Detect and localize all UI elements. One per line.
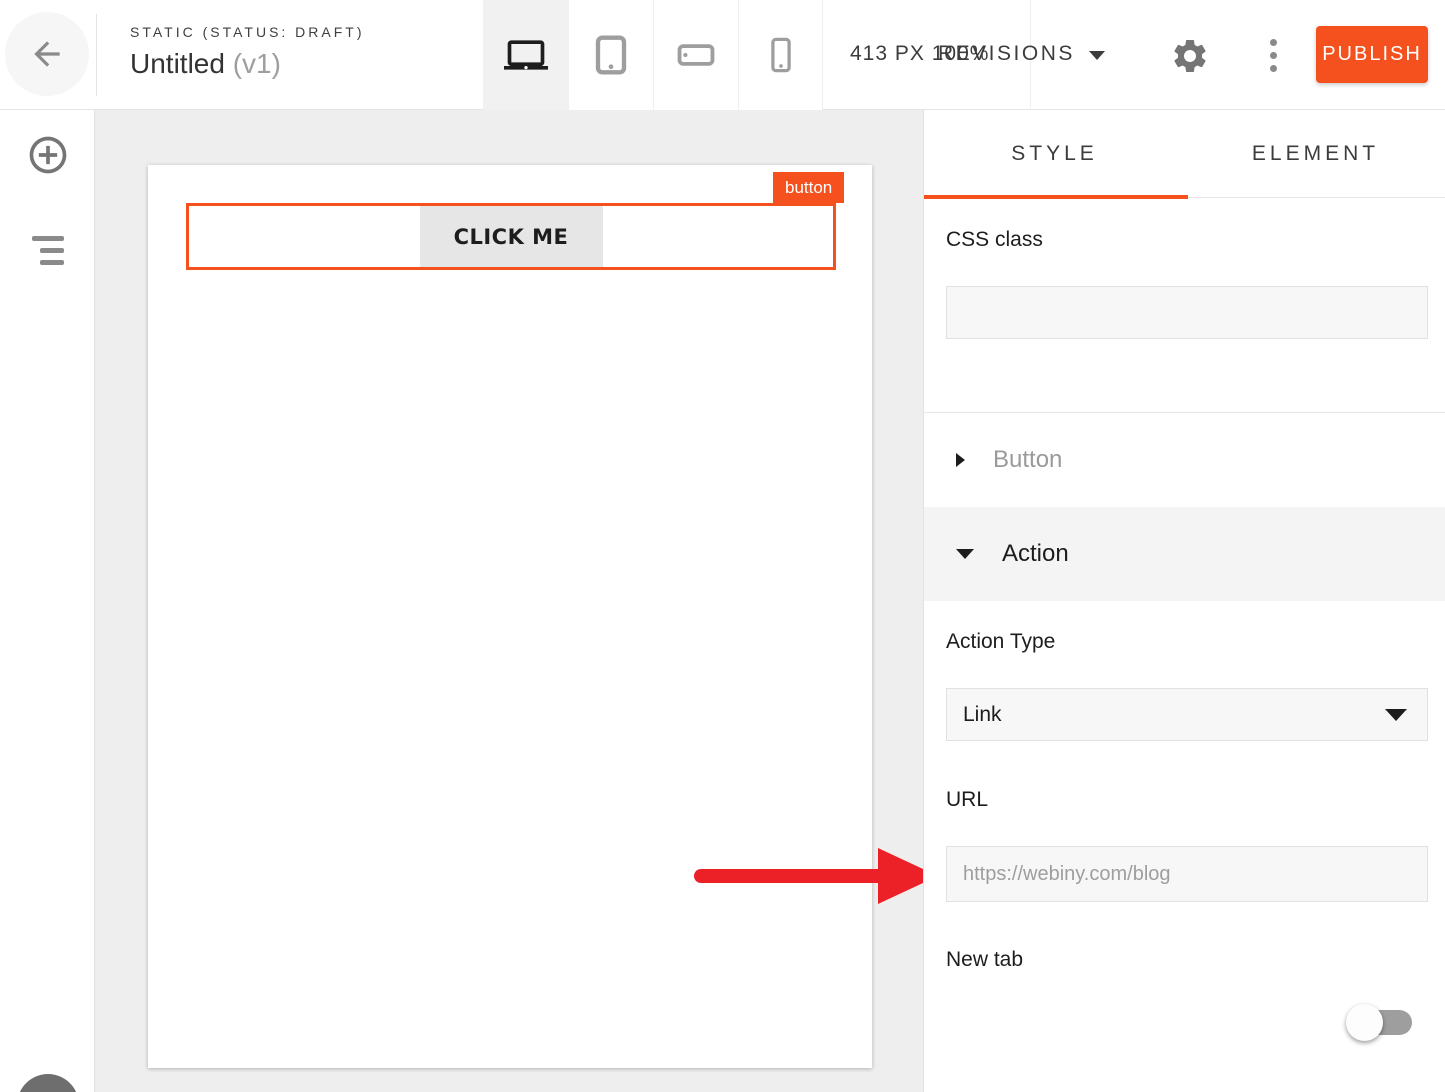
chevron-right-icon: [956, 453, 965, 467]
page-title-block: STATIC (STATUS: DRAFT) Untitled (v1): [130, 24, 365, 80]
page-status: STATIC (STATUS: DRAFT): [130, 24, 365, 40]
section-button-header[interactable]: Button: [924, 413, 1445, 507]
add-circle-icon: [26, 133, 70, 177]
dot: [1270, 39, 1277, 46]
css-class-input[interactable]: [946, 286, 1428, 339]
webiny-page-builder: STATIC (STATUS: DRAFT) Untitled (v1) 413…: [0, 0, 1445, 1092]
tablet-icon: [591, 35, 631, 75]
new-tab-label: New tab: [946, 948, 1023, 972]
new-tab-toggle[interactable]: [1346, 1000, 1416, 1044]
section-action-header[interactable]: Action: [924, 507, 1445, 601]
gear-icon: [1170, 36, 1210, 76]
device-mobile-landscape-button[interactable]: [653, 0, 738, 110]
tab-element[interactable]: ELEMENT: [1185, 110, 1445, 197]
device-tablet-button[interactable]: [568, 0, 653, 110]
add-element-button[interactable]: [0, 120, 95, 190]
tab-style[interactable]: STYLE: [924, 110, 1185, 197]
element-settings-panel: STYLE ELEMENT CSS class Button Action Ac…: [923, 110, 1445, 1092]
device-preview-switcher: [483, 0, 823, 110]
zoom-level-text: 413 PX 100%: [850, 42, 989, 66]
page-preview[interactable]: button CLICK ME: [148, 165, 872, 1068]
section-button-label: Button: [993, 446, 1062, 474]
mobile-portrait-icon: [763, 37, 799, 73]
page-version: (v1): [233, 48, 281, 79]
page-title: Untitled: [130, 48, 225, 79]
editor-left-toolbar: [0, 110, 95, 1092]
selected-element-outline[interactable]: CLICK ME: [186, 203, 836, 270]
active-tab-indicator: [924, 195, 1188, 199]
url-input[interactable]: [946, 846, 1428, 902]
css-class-label: CSS class: [946, 228, 1043, 252]
canvas-button-element[interactable]: CLICK ME: [420, 206, 603, 267]
url-label: URL: [946, 788, 988, 812]
arrow-left-icon: [28, 35, 66, 73]
chevron-down-icon: [1385, 709, 1407, 721]
action-type-value: Link: [963, 703, 1002, 727]
editor-canvas[interactable]: button CLICK ME: [95, 110, 923, 1092]
selected-element-tag: button: [773, 172, 844, 203]
device-desktop-button[interactable]: [483, 0, 568, 110]
action-type-label: Action Type: [946, 630, 1055, 654]
top-bar: STATIC (STATUS: DRAFT) Untitled (v1) 413…: [0, 0, 1445, 110]
section-action-label: Action: [1002, 540, 1069, 568]
header-divider: [96, 14, 97, 96]
more-options-button[interactable]: [1258, 30, 1288, 80]
element-navigator-button[interactable]: [0, 215, 95, 285]
dot: [1270, 65, 1277, 72]
device-mobile-portrait-button[interactable]: [738, 0, 823, 110]
chevron-down-icon: [1089, 51, 1105, 60]
panel-tabs: STYLE ELEMENT: [924, 110, 1445, 198]
laptop-icon: [504, 33, 548, 77]
toggle-knob: [1346, 1004, 1383, 1041]
action-type-select[interactable]: Link: [946, 688, 1428, 741]
back-button[interactable]: [5, 12, 89, 96]
navigator-lines-icon: [32, 236, 64, 265]
page-title-line: Untitled (v1): [130, 48, 365, 80]
settings-button[interactable]: [1170, 36, 1210, 76]
annotation-arrow: [692, 845, 940, 907]
help-button[interactable]: [17, 1074, 79, 1092]
dot: [1270, 52, 1277, 59]
mobile-landscape-icon: [677, 36, 715, 74]
chevron-down-icon: [956, 549, 974, 559]
publish-button[interactable]: PUBLISH: [1316, 26, 1428, 83]
